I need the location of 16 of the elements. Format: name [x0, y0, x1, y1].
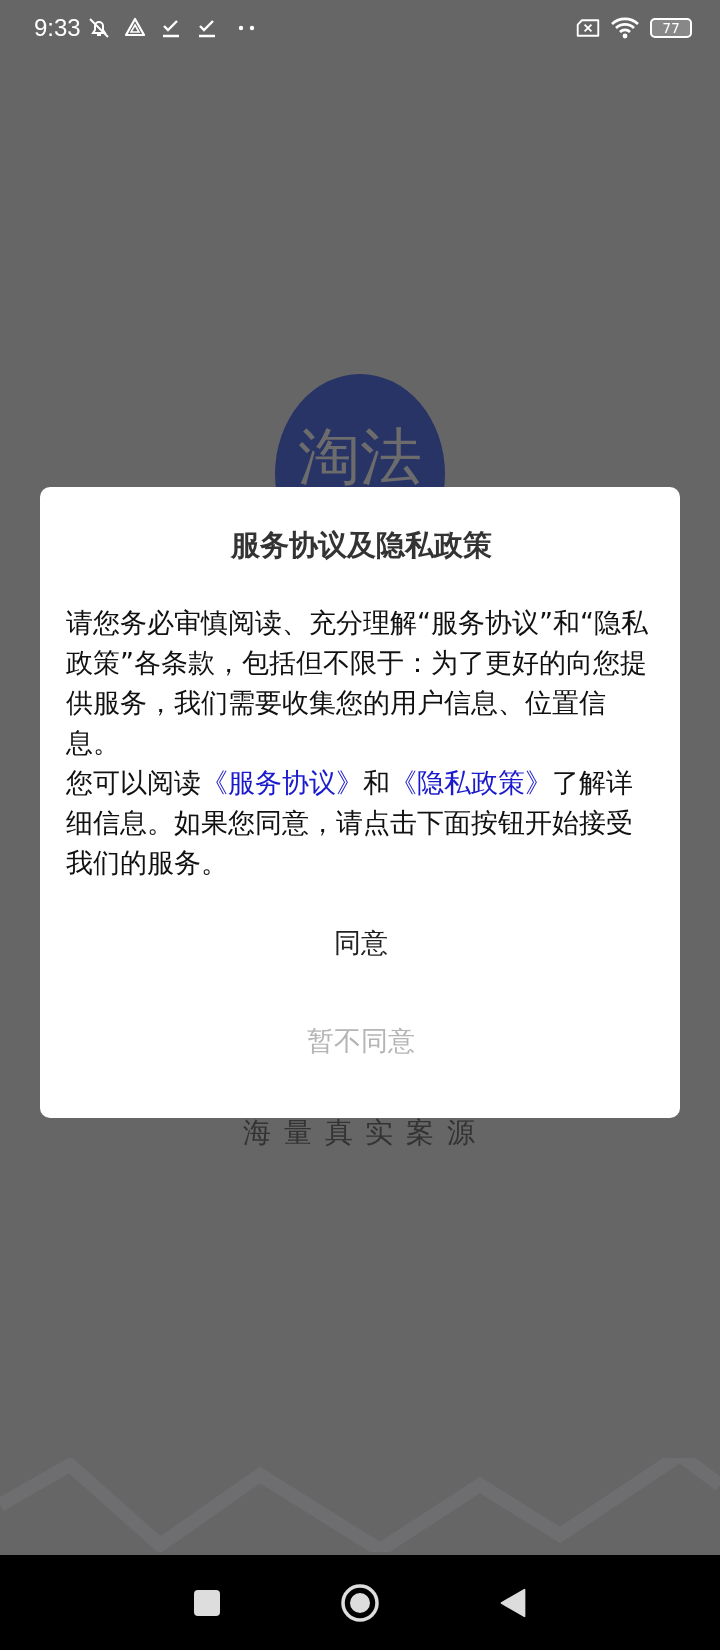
more-dots-icon	[236, 23, 257, 33]
bell-off-icon	[86, 16, 111, 40]
square-icon[interactable]	[192, 1587, 222, 1618]
logo-text: 淘法	[298, 422, 422, 492]
status-time: 9:33	[34, 14, 81, 42]
wifi-icon	[610, 16, 641, 40]
agree-button[interactable]: 同意	[314, 915, 408, 971]
dialog-title: 服务协议及隐私政策	[229, 527, 493, 564]
policy-link[interactable]: 《隐私政策》	[390, 767, 552, 798]
body-text: 请您务必审慎阅读、充分理解“服务协议”和“隐私政策”各条款，包括但不限于：为了更好的向您提供服务，我们需要收集您的用户信息、位置信息。	[66, 606, 649, 760]
sim-off-icon	[576, 16, 601, 40]
body-text: 您可以阅读《服务协议》和《隐私政策》了解详细信息。如果您同意，请点击下面按钮开始接受我们的服务。	[66, 766, 634, 880]
back-icon[interactable]	[498, 1587, 528, 1618]
home-icon[interactable]	[340, 1582, 380, 1623]
battery-icon: 77	[650, 18, 692, 38]
policy-link[interactable]: 《服务协议》	[201, 767, 363, 798]
